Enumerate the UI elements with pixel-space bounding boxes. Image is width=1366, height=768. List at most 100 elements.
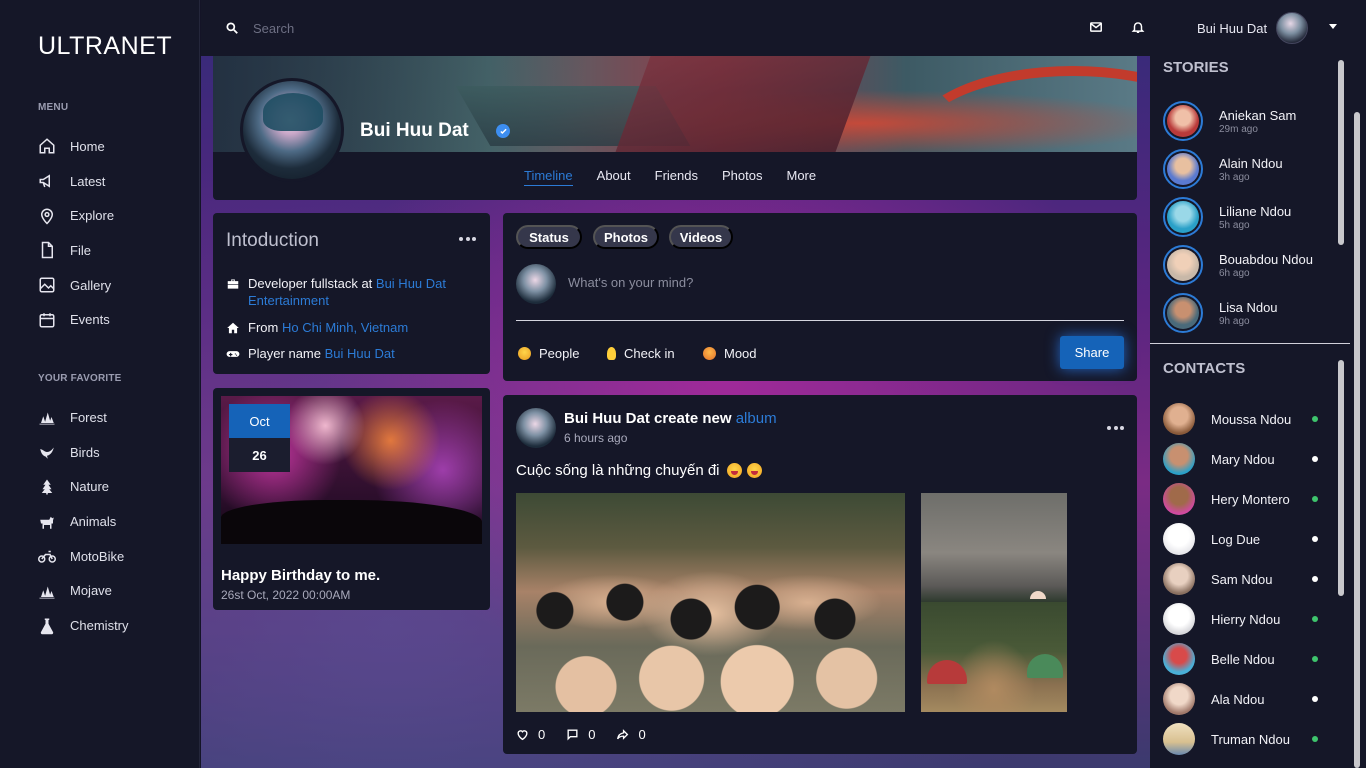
favorite-heading: YOUR FAVORITE — [38, 373, 122, 385]
photos-pill[interactable]: Photos — [593, 225, 659, 249]
offline-status-icon — [1312, 536, 1318, 542]
nav-item-explore[interactable]: Explore — [38, 198, 199, 233]
flask-icon — [40, 618, 54, 634]
composer-input[interactable] — [568, 275, 1108, 290]
contact-item[interactable]: Ala Ndou — [1163, 683, 1318, 715]
profile-avatar[interactable] — [240, 78, 344, 182]
post-object-link[interactable]: album — [736, 410, 777, 427]
nav-label: Birds — [70, 444, 100, 460]
tab-friends[interactable]: Friends — [655, 168, 698, 186]
search-input[interactable] — [253, 20, 553, 36]
contact-name: Ala Ndou — [1211, 691, 1265, 707]
nav-item-gallery[interactable]: Gallery — [38, 268, 199, 303]
story-name: Aniekan Sam — [1219, 107, 1297, 123]
avatar — [1163, 245, 1203, 285]
story-item[interactable]: Aniekan Sam 29m ago — [1163, 101, 1296, 141]
app-logo[interactable]: ULTRANET — [38, 32, 199, 62]
post-author[interactable]: Bui Huu Dat — [564, 410, 650, 427]
videos-pill[interactable]: Videos — [669, 225, 733, 249]
option-label: Mood — [724, 346, 757, 361]
story-item[interactable]: Lisa Ndou 9h ago — [1163, 293, 1278, 333]
contacts-scrollbar[interactable] — [1338, 360, 1344, 596]
share-post-button[interactable]: 0 — [616, 727, 646, 742]
mail-icon[interactable] — [1089, 20, 1103, 34]
laughing-emoji-icon — [726, 463, 742, 478]
nav-label: Home — [70, 138, 105, 154]
profile-name: Bui Huu Dat — [360, 120, 469, 141]
share-count: 0 — [638, 727, 646, 742]
album-photo-campsite[interactable] — [921, 602, 1067, 712]
story-name: Alain Ndou — [1219, 155, 1283, 171]
fav-item-animals[interactable]: Animals — [38, 504, 199, 539]
stories-scrollbar[interactable] — [1338, 60, 1344, 245]
page-scrollbar[interactable] — [1354, 112, 1360, 768]
stories-title: STORIES — [1163, 59, 1229, 76]
post-text: Cuộc sống là những chuyến đi — [516, 462, 762, 479]
like-button[interactable]: 0 — [516, 727, 545, 742]
nav-item-events[interactable]: Events — [38, 302, 199, 337]
contact-item[interactable]: Truman Ndou — [1163, 723, 1318, 755]
story-time: 6h ago — [1219, 267, 1250, 279]
fav-item-chemistry[interactable]: Chemistry — [38, 608, 199, 643]
nav-item-home[interactable]: Home — [38, 129, 199, 164]
checkin-option[interactable]: Check in — [607, 346, 675, 361]
avatar — [1163, 197, 1203, 237]
tab-photos[interactable]: Photos — [722, 168, 762, 186]
fav-item-mojave[interactable]: Mojave — [38, 574, 199, 609]
album-photo-main[interactable] — [516, 493, 905, 712]
status-pill[interactable]: Status — [516, 225, 582, 249]
share-button[interactable]: Share — [1060, 336, 1124, 369]
fav-item-motobike[interactable]: MotoBike — [38, 539, 199, 574]
mood-option[interactable]: Mood — [703, 346, 757, 361]
post-header: Bui Huu Dat create new album — [564, 410, 777, 427]
avatar — [1163, 523, 1195, 555]
tree-icon — [41, 479, 53, 495]
contact-item[interactable]: Hery Montero — [1163, 483, 1318, 515]
contact-name: Sam Ndou — [1211, 571, 1273, 587]
contact-item[interactable]: Hierry Ndou — [1163, 603, 1318, 635]
story-item[interactable]: Bouabdou Ndou 6h ago — [1163, 245, 1313, 285]
comment-button[interactable]: 0 — [566, 727, 595, 742]
album-photo-sunset[interactable] — [921, 493, 1067, 602]
nav-label: Events — [70, 312, 110, 328]
avatar[interactable] — [516, 408, 556, 448]
player-link[interactable]: Bui Huu Dat — [325, 345, 395, 362]
intro-card: Intoduction Developer fullstack at Bui H… — [213, 213, 490, 374]
contact-item[interactable]: Moussa Ndou — [1163, 403, 1318, 435]
tab-about[interactable]: About — [597, 168, 631, 186]
fav-item-forest[interactable]: Forest — [38, 400, 199, 435]
people-option[interactable]: People — [518, 346, 579, 361]
story-item[interactable]: Liliane Ndou 5h ago — [1163, 197, 1291, 237]
laughing-emoji-icon — [746, 463, 762, 478]
more-options-icon[interactable] — [459, 237, 476, 241]
divider — [516, 320, 1124, 321]
fav-item-birds[interactable]: Birds — [38, 435, 199, 470]
divider — [1150, 343, 1350, 344]
contact-item[interactable]: Belle Ndou — [1163, 643, 1318, 675]
story-name: Bouabdou Ndou — [1219, 251, 1313, 267]
from-link[interactable]: Ho Chi Minh, Vietnam — [282, 319, 408, 336]
story-item[interactable]: Alain Ndou 3h ago — [1163, 149, 1283, 189]
avatar — [1276, 12, 1309, 44]
nav-label: Mojave — [70, 583, 112, 599]
chevron-down-icon[interactable] — [1329, 24, 1337, 29]
tab-timeline[interactable]: Timeline — [524, 168, 573, 186]
tab-more[interactable]: More — [786, 168, 816, 186]
nav-label: MotoBike — [70, 548, 125, 564]
contact-item[interactable]: Sam Ndou — [1163, 563, 1318, 595]
user-menu[interactable]: Bui Huu Dat — [1197, 12, 1309, 44]
more-options-icon[interactable] — [1107, 426, 1124, 430]
offline-status-icon — [1312, 576, 1318, 582]
post-composer: Status Photos Videos People Check in Moo… — [503, 213, 1137, 381]
event-card[interactable]: Oct 26 Happy Birthday to me. 26st Oct, 2… — [213, 388, 490, 610]
contact-item[interactable]: Log Due — [1163, 523, 1318, 555]
nav-item-latest[interactable]: Latest — [38, 164, 199, 199]
bell-icon[interactable] — [1131, 20, 1145, 34]
avatar — [1163, 403, 1195, 435]
left-sidebar: ULTRANET MENU Home Latest Explore File G… — [0, 0, 200, 768]
nav-item-file[interactable]: File — [38, 233, 199, 268]
event-day: 26 — [229, 438, 290, 472]
fav-item-nature[interactable]: Nature — [38, 470, 199, 505]
contact-item[interactable]: Mary Ndou — [1163, 443, 1318, 475]
right-panel: STORIES Aniekan Sam 29m ago Alain Ndou 3h … — [1150, 56, 1366, 768]
